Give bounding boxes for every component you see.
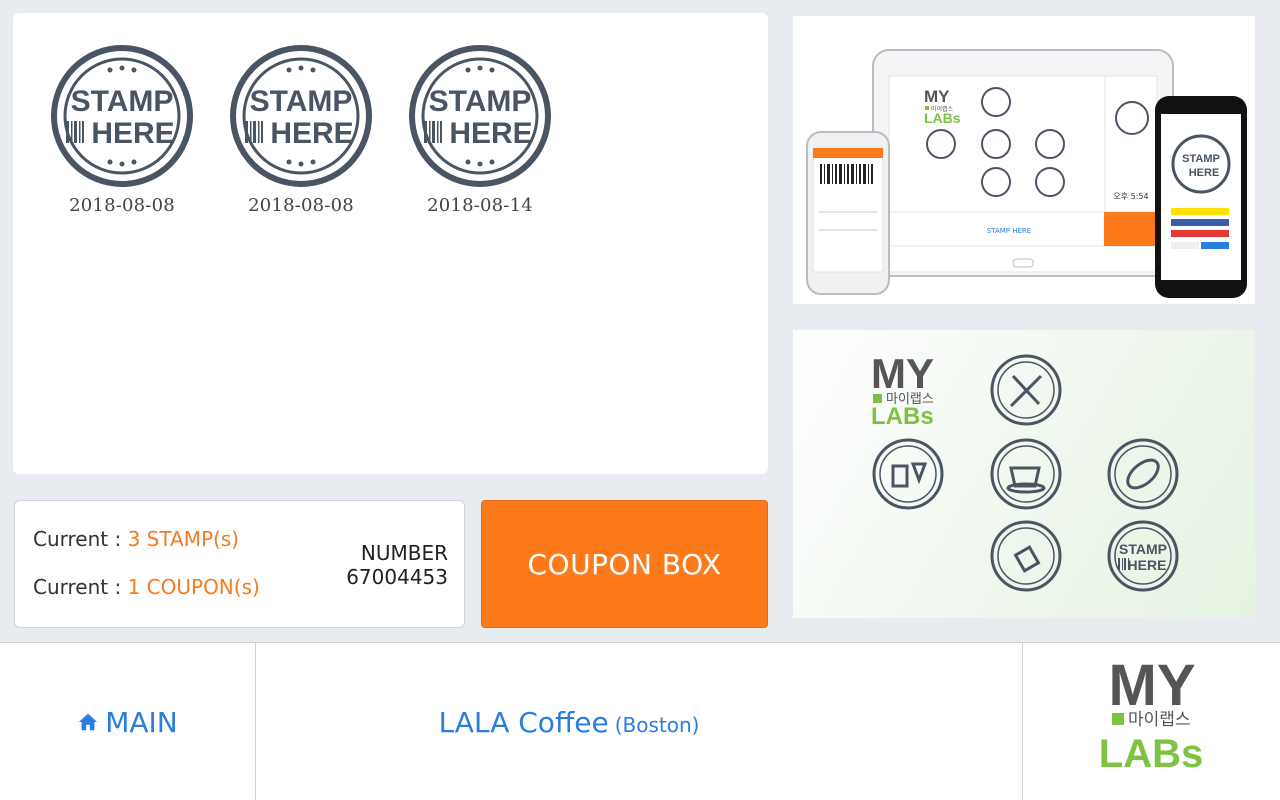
- store-name: LALA Coffee: [438, 705, 609, 739]
- promo-tablet-time: 오후 5:54: [1113, 192, 1148, 201]
- coffee-cup-icon: [990, 438, 1062, 510]
- android-phone-illustration: [806, 131, 890, 295]
- stamp-here-icon: STAMP HERE: [409, 45, 551, 187]
- promo-phone-stamp-top: STAMP: [1182, 153, 1220, 165]
- coupon-count-line: Current : 1 COUPON(s): [33, 575, 260, 599]
- stamp-bottom-text: HERE: [270, 117, 353, 150]
- mylabs-logo: MY 마이랩스 LABs: [1023, 643, 1280, 800]
- promo-icons-image: MY 마이랩스 LABs STAMP HERE: [793, 330, 1255, 618]
- main-nav-label: MAIN: [105, 705, 178, 739]
- iphone-illustration: STAMP HERE: [1155, 96, 1247, 298]
- stamp-here-icon: STAMP HERE: [230, 45, 372, 187]
- stamp-slot-1: STAMP HERE 2018-08-08: [47, 43, 197, 216]
- member-number-block: NUMBER 67004453: [346, 541, 448, 589]
- stamp-date: 2018-08-14: [427, 195, 533, 216]
- coupon-count-value: 1 COUPON(s): [127, 575, 260, 599]
- brand-logo-korean: 마이랩스: [1128, 710, 1191, 730]
- promo2-stamp-top: STAMP: [1119, 541, 1167, 557]
- promo-logo-labs: LABs: [924, 110, 961, 126]
- cleaning-icon: [990, 520, 1062, 592]
- stamp-top-text: STAMP: [429, 85, 532, 118]
- stamp-count-prefix: Current :: [33, 527, 128, 551]
- beer-wine-icon: [872, 438, 944, 510]
- bottom-navigation-bar: MAIN LALA Coffee (Boston) MY 마이랩스 LABs: [0, 642, 1280, 800]
- stamp-top-text: STAMP: [250, 85, 353, 118]
- stamp-bottom-text: HERE: [449, 117, 532, 150]
- stamp-date: 2018-08-08: [248, 195, 354, 216]
- stamp-date: 2018-08-08: [69, 195, 175, 216]
- store-location: (Boston): [614, 713, 700, 737]
- scissors-comb-icon: [990, 354, 1062, 426]
- main-nav-button[interactable]: MAIN: [0, 643, 256, 800]
- promo-tablet-stamp-menu: STAMP HERE: [987, 227, 1031, 235]
- stamp-count-value: 3 STAMP(s): [127, 527, 240, 551]
- coupon-box-button[interactable]: COUPON BOX: [481, 500, 768, 628]
- promo-devices-image: MY 마이랩스 LABs STAMP HERE 오후 5:54 STAMP HE…: [793, 16, 1255, 304]
- stamp-count-line: Current : 3 STAMP(s): [33, 527, 239, 551]
- promo2-logo-labs: LABs: [871, 403, 934, 430]
- stamp-card-panel: STAMP HERE 2018-08-08 STAMP HERE 2018-08…: [13, 13, 768, 474]
- stamp-slot-3: STAMP HERE 2018-08-14: [405, 43, 555, 216]
- bread-icon: [1107, 438, 1179, 510]
- member-number-label: NUMBER: [360, 541, 448, 565]
- stamp-top-text: STAMP: [71, 85, 174, 118]
- stamp-here-icon: STAMP HERE: [51, 45, 193, 187]
- home-icon: [79, 713, 98, 731]
- brand-logo-my: MY: [1108, 657, 1195, 718]
- promo2-stamp-bottom: HERE: [1128, 557, 1167, 573]
- tablet-illustration: MY 마이랩스 LABs STAMP HERE 오후 5:54: [872, 49, 1174, 277]
- promo2-logo-my: MY: [871, 350, 934, 397]
- member-number-value: 67004453: [346, 565, 448, 589]
- coupon-count-prefix: Current :: [33, 575, 128, 599]
- brand-logo-labs: LABs: [1098, 732, 1202, 776]
- stamp-slot-2: STAMP HERE 2018-08-08: [226, 43, 376, 216]
- stamp-status-box: Current : 3 STAMP(s) Current : 1 COUPON(…: [14, 500, 465, 628]
- promo-logo-my: MY: [924, 87, 950, 106]
- stamp-bottom-text: HERE: [91, 117, 174, 150]
- store-title: LALA Coffee (Boston): [256, 643, 1023, 800]
- promo-phone-stamp-bottom: HERE: [1189, 167, 1220, 179]
